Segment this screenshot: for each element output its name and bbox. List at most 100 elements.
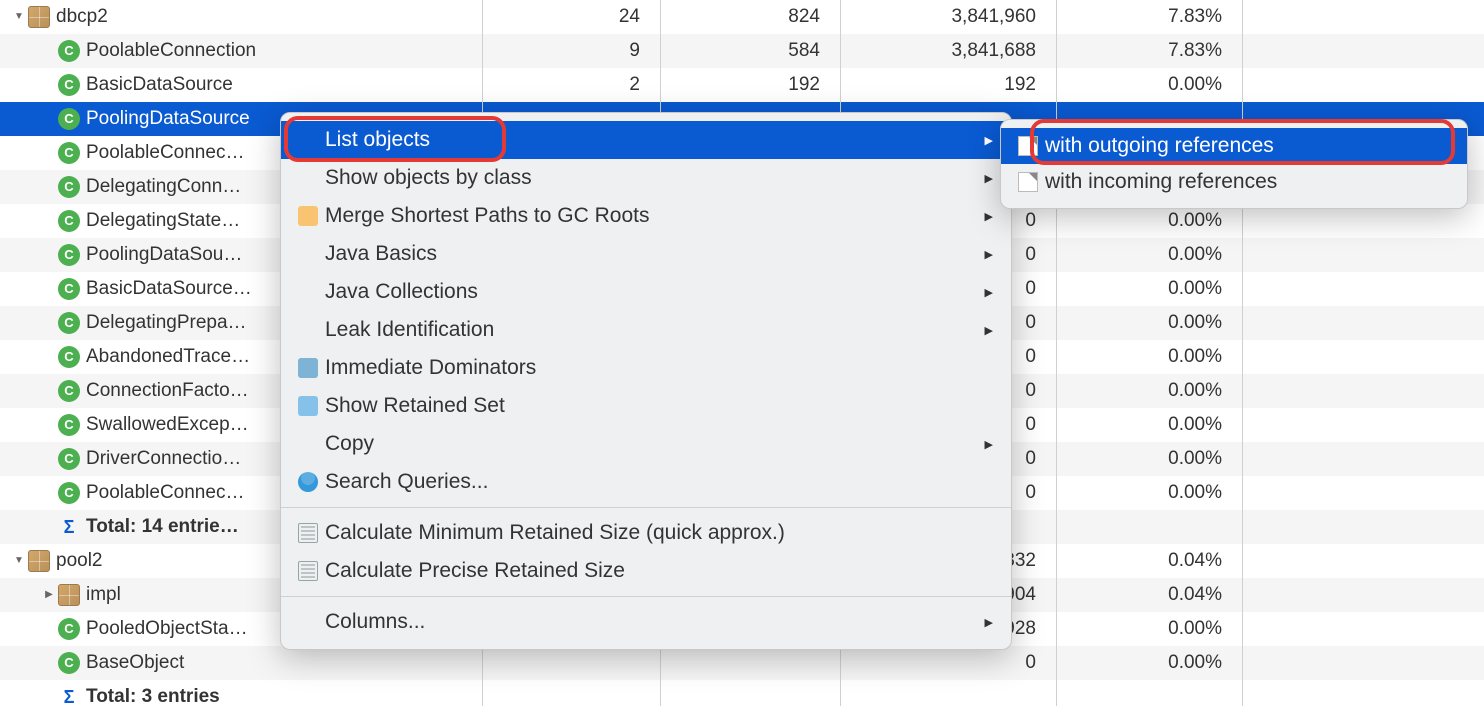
row-col1: 9 (482, 40, 660, 62)
menu-item-label: Leak Identification (325, 318, 985, 342)
row-col2: 824 (660, 6, 840, 28)
dom-icon (298, 358, 318, 378)
menu-item-label: Show Retained Set (325, 394, 993, 418)
submenu-arrow-icon: ▶ (985, 616, 993, 629)
menu-separator (281, 596, 1011, 597)
menu-item-label: Show objects by class (325, 166, 985, 190)
page-icon (1018, 172, 1038, 192)
class-icon: C (58, 414, 80, 436)
row-label: PoolingDataSou… (86, 244, 242, 266)
row-label: AbandonedTrace… (86, 346, 250, 368)
class-icon: C (58, 380, 80, 402)
submenu-arrow-icon: ▶ (985, 210, 993, 223)
db-icon (298, 472, 318, 492)
submenu-arrow-icon: ▶ (985, 324, 993, 337)
row-label: Total: 14 entrie… (86, 516, 239, 538)
table-row[interactable]: CBasicDataSource21921920.00% (0, 68, 1484, 102)
tree-toggle-expanded[interactable]: ▼ (10, 11, 28, 22)
class-icon: C (58, 210, 80, 232)
submenu-arrow-icon: ▶ (985, 134, 993, 147)
menu-item[interactable]: Calculate Minimum Retained Size (quick a… (281, 514, 1011, 552)
menu-item-label: Immediate Dominators (325, 356, 993, 380)
table-row[interactable]: ΣTotal: 3 entries (0, 680, 1484, 714)
sigma-icon: Σ (58, 686, 80, 708)
menu-separator (281, 507, 1011, 508)
row-pct: 0.00% (1056, 380, 1242, 402)
class-icon: C (58, 74, 80, 96)
row-pct: 0.04% (1056, 550, 1242, 572)
row-label: BasicDataSource (86, 74, 233, 96)
menu-item[interactable]: Columns...▶ (281, 603, 1011, 641)
class-icon: C (58, 176, 80, 198)
row-pct: 0.00% (1056, 482, 1242, 504)
submenu-arrow-icon: ▶ (985, 438, 993, 451)
menu-item[interactable]: Leak Identification▶ (281, 311, 1011, 349)
submenu-arrow-icon: ▶ (985, 248, 993, 261)
row-pct: 0.00% (1056, 210, 1242, 232)
tree-toggle-expanded[interactable]: ▼ (10, 555, 28, 566)
page-icon (1018, 136, 1038, 156)
menu-item-label: Merge Shortest Paths to GC Roots (325, 204, 985, 228)
row-col3: 3,841,960 (840, 6, 1056, 28)
menu-item-label: Java Collections (325, 280, 985, 304)
menu-item[interactable]: Calculate Precise Retained Size (281, 552, 1011, 590)
row-pct: 7.83% (1056, 6, 1242, 28)
context-menu[interactable]: List objects▶Show objects by class▶Merge… (280, 112, 1012, 650)
menu-item[interactable]: Show objects by class▶ (281, 159, 1011, 197)
row-pct: 0.00% (1056, 244, 1242, 266)
menu-item-label: Copy (325, 432, 985, 456)
ret-icon (298, 396, 318, 416)
menu-item[interactable]: Copy▶ (281, 425, 1011, 463)
row-label: PoolableConnection (86, 40, 256, 62)
row-label: impl (86, 584, 121, 606)
menu-item-label: List objects (325, 128, 985, 152)
class-icon: C (58, 652, 80, 674)
row-pct: 0.00% (1056, 652, 1242, 674)
table-row[interactable]: CPoolableConnection95843,841,6887.83% (0, 34, 1484, 68)
package-icon (28, 550, 50, 572)
menu-item[interactable]: Show Retained Set (281, 387, 1011, 425)
class-icon: C (58, 142, 80, 164)
class-icon: C (58, 618, 80, 640)
row-pct: 0.00% (1056, 312, 1242, 334)
row-label: DelegatingConn… (86, 176, 241, 198)
row-col3: 3,841,688 (840, 40, 1056, 62)
menu-item-label: Columns... (325, 610, 985, 634)
submenu-arrow-icon: ▶ (985, 286, 993, 299)
submenu-item[interactable]: with outgoing references (1001, 128, 1467, 164)
row-col3: 0 (840, 652, 1056, 674)
class-icon: C (58, 40, 80, 62)
row-label: SwallowedExcep… (86, 414, 249, 436)
row-pct: 0.00% (1056, 278, 1242, 300)
class-icon: C (58, 244, 80, 266)
row-label: DelegatingPrepa… (86, 312, 247, 334)
list-objects-submenu[interactable]: with outgoing referenceswith incoming re… (1000, 119, 1468, 209)
row-label: PoolingDataSource (86, 108, 250, 130)
row-label: DriverConnectio… (86, 448, 241, 470)
menu-item[interactable]: Immediate Dominators (281, 349, 1011, 387)
menu-item-label: Calculate Minimum Retained Size (quick a… (325, 521, 993, 545)
submenu-item[interactable]: with incoming references (1001, 164, 1467, 200)
menu-item[interactable]: Java Collections▶ (281, 273, 1011, 311)
row-label: pool2 (56, 550, 103, 572)
row-col1: 2 (482, 74, 660, 96)
package-icon (28, 6, 50, 28)
row-label: dbcp2 (56, 6, 108, 28)
calc-icon (298, 561, 318, 581)
calc-icon (298, 523, 318, 543)
row-col3: 192 (840, 74, 1056, 96)
row-label: DelegatingState… (86, 210, 240, 232)
menu-item[interactable]: Java Basics▶ (281, 235, 1011, 273)
tree-toggle-collapsed[interactable]: ▶ (40, 589, 58, 600)
table-row[interactable]: CBaseObject00.00% (0, 646, 1484, 680)
row-label: BasicDataSource… (86, 278, 252, 300)
menu-item[interactable]: List objects▶ (281, 121, 1011, 159)
menu-item-label: Search Queries... (325, 470, 993, 494)
class-icon: C (58, 108, 80, 130)
menu-item[interactable]: Merge Shortest Paths to GC Roots▶ (281, 197, 1011, 235)
table-row[interactable]: ▼dbcp2248243,841,9607.83% (0, 0, 1484, 34)
tree-icon (298, 206, 318, 226)
class-icon: C (58, 346, 80, 368)
menu-item[interactable]: Search Queries... (281, 463, 1011, 501)
menu-item-label: Calculate Precise Retained Size (325, 559, 993, 583)
